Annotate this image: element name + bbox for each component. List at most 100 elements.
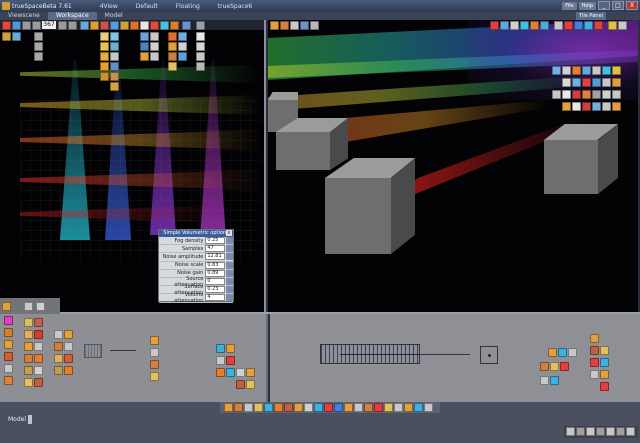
tile-icon[interactable] [34, 366, 43, 375]
tile-icon[interactable] [602, 90, 611, 99]
tile-icon[interactable] [590, 346, 599, 355]
spinner-arrow-icon[interactable] [226, 261, 233, 269]
tile-icon[interactable] [572, 78, 581, 87]
tile-icon[interactable] [562, 66, 571, 75]
select-icon[interactable] [2, 32, 11, 41]
tab-model[interactable]: Model [97, 12, 131, 20]
render-icon[interactable] [90, 21, 99, 30]
tile-icon[interactable] [34, 354, 43, 363]
play-icon[interactable] [12, 21, 21, 30]
tile-icon[interactable] [590, 334, 599, 343]
graph-editor-panel[interactable] [270, 314, 640, 402]
material-icon[interactable] [110, 21, 119, 30]
tool-icon[interactable] [324, 403, 333, 412]
tool-icon[interactable] [414, 403, 423, 412]
tool-icon[interactable] [374, 403, 383, 412]
tile-icon[interactable] [150, 372, 159, 381]
axis-z-icon[interactable] [574, 21, 583, 30]
spinner-arrow-icon[interactable] [226, 269, 233, 277]
tile-icon[interactable] [552, 90, 561, 99]
tile-icon[interactable] [592, 102, 601, 111]
cone-icon[interactable] [150, 21, 159, 30]
tray-icon[interactable] [616, 427, 625, 436]
step-forward-icon[interactable] [58, 21, 67, 30]
camera-icon[interactable] [80, 21, 89, 30]
noise-amplitude-field[interactable]: 12.81 [205, 253, 226, 261]
tile-icon[interactable] [34, 342, 43, 351]
options-icon[interactable] [310, 21, 319, 30]
detach-icon[interactable] [36, 302, 45, 311]
tile-icon[interactable] [612, 66, 621, 75]
sphere-icon[interactable] [510, 21, 519, 30]
tile-icon[interactable] [572, 66, 581, 75]
hand-icon[interactable] [530, 21, 539, 30]
tool-icon[interactable] [404, 403, 413, 412]
axis-icon[interactable] [110, 62, 119, 71]
tile-icon[interactable] [246, 368, 255, 377]
tool-icon[interactable] [244, 403, 253, 412]
tile-icon[interactable] [600, 370, 609, 379]
view-left-icon[interactable] [196, 42, 205, 51]
tile-icon[interactable] [54, 330, 63, 339]
axis-x-icon[interactable] [554, 21, 563, 30]
volumetric-close-button[interactable]: x [226, 230, 232, 236]
light-icon[interactable] [100, 21, 109, 30]
palette-icon[interactable] [4, 316, 13, 325]
tile-icon[interactable] [236, 368, 245, 377]
right-viewport[interactable] [268, 20, 638, 312]
tile-icon[interactable] [562, 90, 571, 99]
axis-z2-icon[interactable] [594, 21, 603, 30]
fog-density-field[interactable]: 0.25 [205, 237, 226, 245]
tile-icon[interactable] [64, 330, 73, 339]
tile-icon[interactable] [150, 348, 159, 357]
tile-icon[interactable] [216, 344, 225, 353]
bones-icon[interactable] [110, 72, 119, 81]
tile-icon[interactable] [582, 78, 591, 87]
volume-attenuation-field[interactable]: 4 [205, 294, 226, 302]
paint-icon[interactable] [120, 21, 129, 30]
menu-default[interactable]: Default [136, 3, 158, 10]
scale-icon[interactable] [110, 32, 119, 41]
render-object-icon[interactable] [168, 42, 177, 51]
tool-icon[interactable] [294, 403, 303, 412]
spinner-arrow-icon[interactable] [226, 278, 233, 286]
tile-icon[interactable] [602, 102, 611, 111]
tile-icon[interactable] [550, 376, 559, 385]
tool-icon[interactable] [254, 403, 263, 412]
layout-icon[interactable] [300, 21, 309, 30]
noise-gain-field[interactable]: 0.89 [205, 269, 226, 277]
tile-icon[interactable] [602, 66, 611, 75]
tile-icon[interactable] [150, 336, 159, 345]
rotate-icon[interactable] [100, 32, 109, 41]
close-button[interactable]: X [626, 1, 638, 10]
group-icon[interactable] [100, 52, 109, 61]
axis-y-icon[interactable] [564, 21, 573, 30]
tile-icon[interactable] [540, 362, 549, 371]
tile-icon[interactable] [24, 354, 33, 363]
torus-icon[interactable] [170, 21, 179, 30]
samples-field[interactable]: 47 [205, 245, 226, 253]
tile-panel-tab[interactable]: Tile Panel [576, 12, 606, 20]
scene-icon[interactable] [4, 352, 13, 361]
tool-icon[interactable] [224, 403, 233, 412]
nav-right-icon[interactable] [34, 52, 43, 61]
link-editor-panel[interactable] [0, 314, 288, 402]
glue-icon[interactable] [100, 62, 109, 71]
perspective-icon[interactable] [140, 42, 149, 51]
background-icon[interactable] [168, 52, 177, 61]
tile-icon[interactable] [558, 348, 567, 357]
axis-y2-icon[interactable] [584, 21, 593, 30]
spinner-arrow-icon[interactable] [226, 286, 233, 294]
render-icon[interactable] [270, 21, 279, 30]
tool-icon[interactable] [314, 403, 323, 412]
tab-viewscene[interactable]: Viewscene [0, 12, 48, 20]
tool-icon[interactable] [354, 403, 363, 412]
tile-icon[interactable] [560, 362, 569, 371]
tile-icon[interactable] [592, 78, 601, 87]
tile-icon[interactable] [24, 342, 33, 351]
spinner-arrow-icon[interactable] [226, 245, 233, 253]
step-back-icon[interactable] [32, 21, 41, 30]
tile-icon[interactable] [24, 330, 33, 339]
tile-icon[interactable] [572, 90, 581, 99]
object-icon[interactable] [280, 21, 289, 30]
